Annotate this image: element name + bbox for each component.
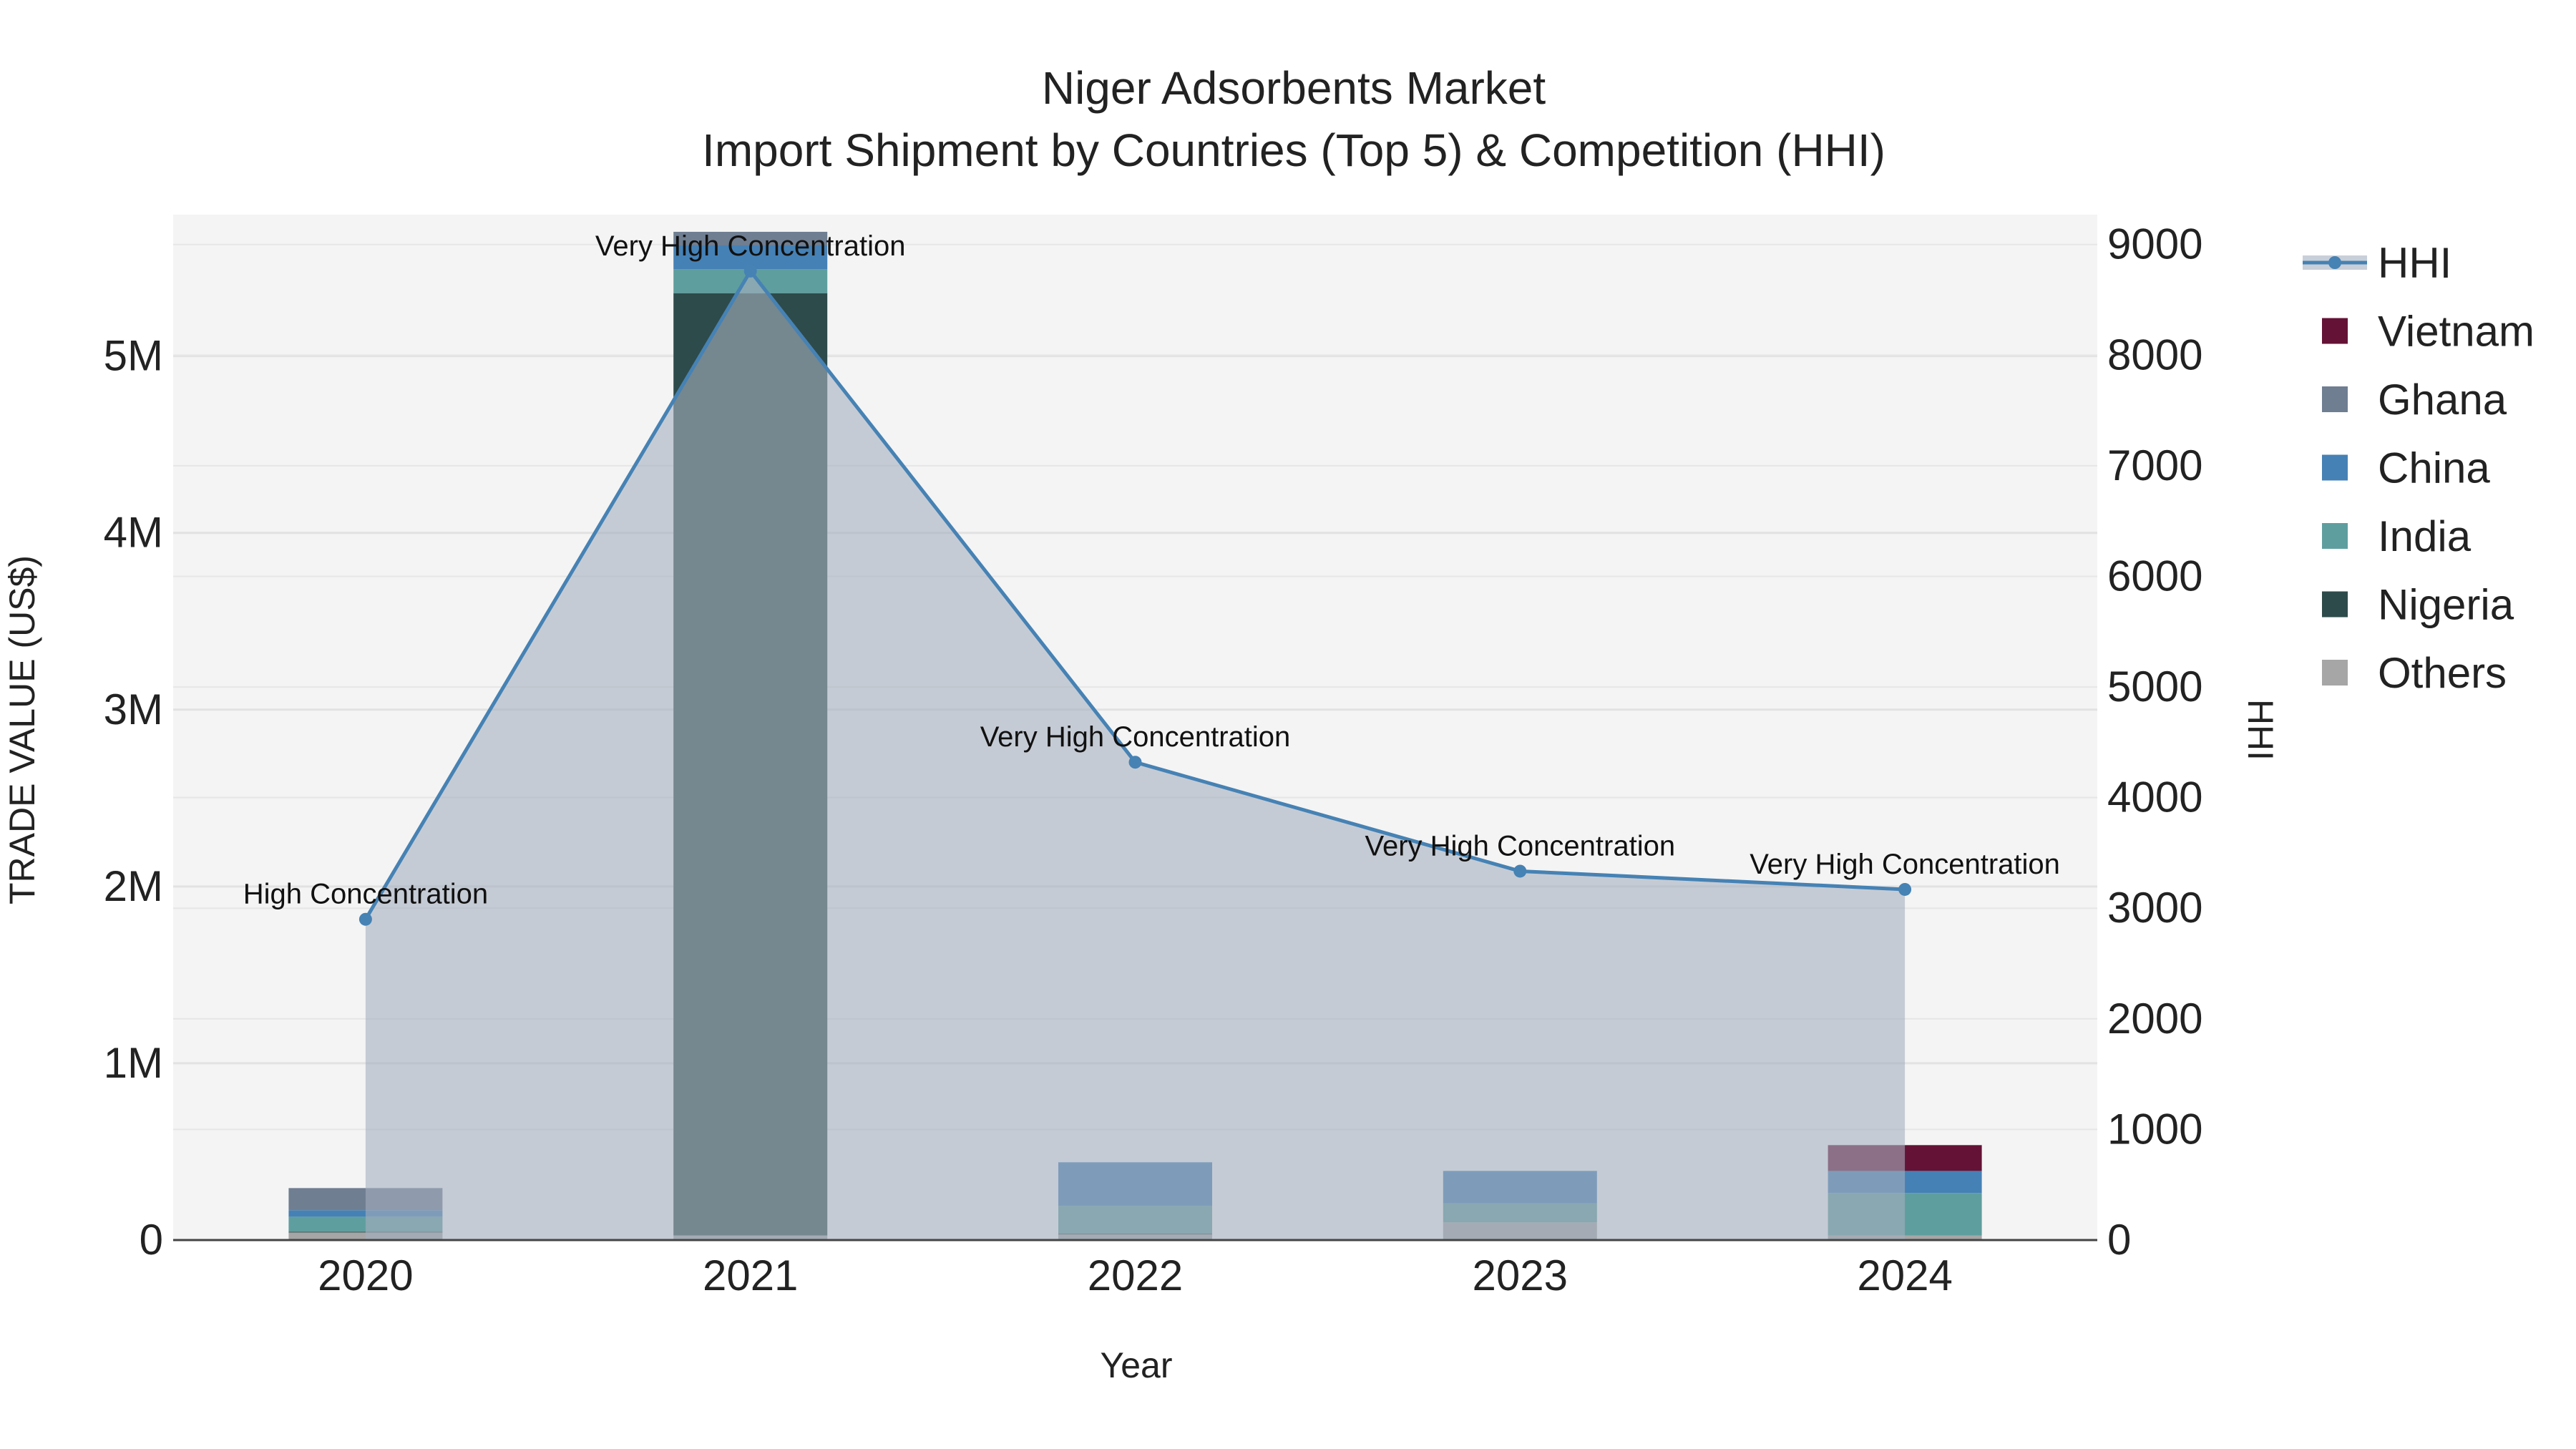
legend-label-vietnam: Vietnam — [2378, 308, 2534, 356]
y-tick-label: 2M — [104, 862, 163, 910]
hhi-point — [1128, 756, 1142, 769]
chart-title: Niger Adsorbents Market — [1042, 62, 1546, 114]
legend-swatch-china — [2322, 454, 2348, 481]
y-tick-label: 0 — [140, 1216, 163, 1264]
y2-tick-label: 2000 — [2107, 995, 2202, 1043]
hhi-annotation: Very High Concentration — [595, 230, 906, 262]
y-tick-label: 4M — [104, 509, 163, 557]
y-tick-label: 5M — [104, 332, 163, 380]
x-tick-label: 2024 — [1857, 1252, 1952, 1299]
chart: High Concentration Very High Concentratio… — [2, 62, 2534, 1385]
legend-swatch-vietnam — [2322, 318, 2348, 344]
y2-tick-label: 8000 — [2107, 331, 2202, 379]
x-tick-label: 2022 — [1088, 1252, 1183, 1299]
y-tick-label: 3M — [104, 686, 163, 733]
y2-tick-label: 9000 — [2107, 220, 2202, 268]
y2-tick-label: 7000 — [2107, 441, 2202, 489]
x-tick-label: 2021 — [703, 1252, 798, 1299]
hhi-point — [743, 264, 757, 278]
hhi-annotation: Very High Concentration — [1750, 849, 2060, 880]
legend-label-india: India — [2378, 512, 2472, 560]
hhi-annotation: Very High Concentration — [1365, 830, 1676, 862]
y2-tick-label: 5000 — [2107, 663, 2202, 711]
legend-swatch-nigeria — [2322, 591, 2348, 618]
legend-label-china: China — [2378, 444, 2490, 492]
hhi-annotation: Very High Concentration — [980, 721, 1291, 753]
y2-tick-label: 0 — [2107, 1216, 2131, 1264]
legend-swatch-india — [2322, 523, 2348, 549]
x-axis-title: Year — [1100, 1345, 1172, 1385]
y2-tick-label: 1000 — [2107, 1105, 2202, 1153]
x-tick-label: 2023 — [1473, 1252, 1568, 1299]
legend-hhi-marker-icon — [2328, 256, 2341, 269]
legend-label-others: Others — [2378, 649, 2507, 697]
legend-label-hhi: HHI — [2378, 239, 2451, 287]
y2-tick-label: 4000 — [2107, 774, 2202, 821]
legend-label-ghana: Ghana — [2378, 376, 2507, 424]
legend-label-nigeria: Nigeria — [2378, 581, 2514, 629]
y2-tick-label: 3000 — [2107, 884, 2202, 932]
y-axis-title: TRADE VALUE (US$) — [2, 555, 42, 904]
chart-subtitle: Import Shipment by Countries (Top 5) & C… — [702, 125, 1885, 176]
hhi-point — [358, 912, 372, 926]
x-tick-label: 2020 — [318, 1252, 413, 1299]
hhi-point — [1898, 882, 1912, 896]
y2-axis-title: HHI — [2240, 699, 2280, 761]
legend-swatch-others — [2322, 660, 2348, 686]
hhi-annotation: High Concentration — [243, 879, 488, 910]
y-tick-label: 1M — [104, 1039, 163, 1087]
legend-swatch-ghana — [2322, 386, 2348, 412]
y2-tick-label: 6000 — [2107, 552, 2202, 600]
hhi-point — [1513, 864, 1527, 878]
legend: HHI Vietnam Ghana China India Nigeria Others — [2303, 239, 2534, 697]
